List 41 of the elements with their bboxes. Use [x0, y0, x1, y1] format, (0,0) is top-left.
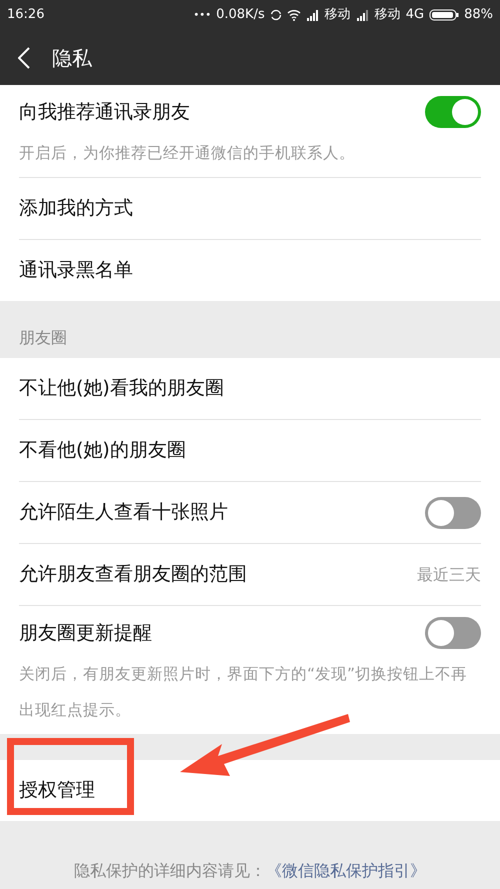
hint-text: 关闭后，有朋友更新照片时，界面下方的“发现”切换按钮上不再出现红点提示。	[19, 664, 468, 721]
page-title: 隐私	[52, 44, 92, 72]
toggle-switch[interactable]	[425, 96, 481, 128]
toggle-switch[interactable]	[425, 496, 481, 528]
privacy-link[interactable]: 《微信隐私保护指引》	[266, 861, 426, 880]
row-label: 授权管理	[19, 778, 95, 804]
back-icon[interactable]	[18, 46, 30, 68]
battery-icon	[429, 9, 460, 21]
row-label: 允许朋友查看朋友圈的范围	[19, 562, 247, 588]
speed-text: 0.08K/s	[216, 6, 265, 24]
row-label: 不看他(她)的朋友圈	[19, 438, 186, 464]
sync-icon	[270, 9, 282, 21]
section-title: 朋友圈	[19, 327, 67, 349]
settings-row[interactable]: 授权管理	[19, 760, 481, 821]
signal-icon	[306, 9, 320, 21]
hint-text: 开启后，为你推荐已经开通微信的手机联系人。	[19, 143, 356, 164]
row-label: 通讯录黑名单	[19, 258, 133, 284]
settings-row[interactable]: 朋友圈更新提醒	[19, 606, 481, 660]
row-label: 添加我的方式	[19, 196, 133, 222]
network-text: 4G	[406, 6, 424, 24]
signal-icon	[356, 9, 370, 21]
settings-row[interactable]: 添加我的方式	[19, 178, 481, 239]
clock-text: 16:26	[7, 6, 44, 24]
row-label: 朋友圈更新提醒	[19, 620, 152, 646]
battery-text: 88%	[464, 6, 493, 24]
row-value: 最近三天	[417, 564, 481, 586]
settings-row[interactable]: 向我推荐通讯录朋友	[19, 85, 481, 139]
settings-row[interactable]: 允许陌生人查看十张照片	[19, 482, 481, 543]
settings-row[interactable]: 不让他(她)看我的朋友圈	[19, 358, 481, 419]
footer-text: 隐私保护的详细内容请见：《微信隐私保护指引》	[73, 860, 427, 882]
carrier-text: 移动	[374, 6, 401, 24]
wifi-icon	[286, 9, 301, 21]
carrier-text: 移动	[324, 6, 351, 24]
more-text: •••	[193, 8, 212, 22]
settings-row[interactable]: 允许朋友查看朋友圈的范围 最近三天	[19, 544, 481, 605]
settings-row[interactable]: 通讯录黑名单	[19, 240, 481, 301]
settings-row[interactable]: 不看他(她)的朋友圈	[19, 420, 481, 481]
row-label: 允许陌生人查看十张照片	[19, 500, 228, 526]
toggle-switch[interactable]	[425, 617, 481, 649]
row-label: 不让他(她)看我的朋友圈	[19, 376, 224, 402]
row-label: 向我推荐通讯录朋友	[19, 100, 190, 125]
